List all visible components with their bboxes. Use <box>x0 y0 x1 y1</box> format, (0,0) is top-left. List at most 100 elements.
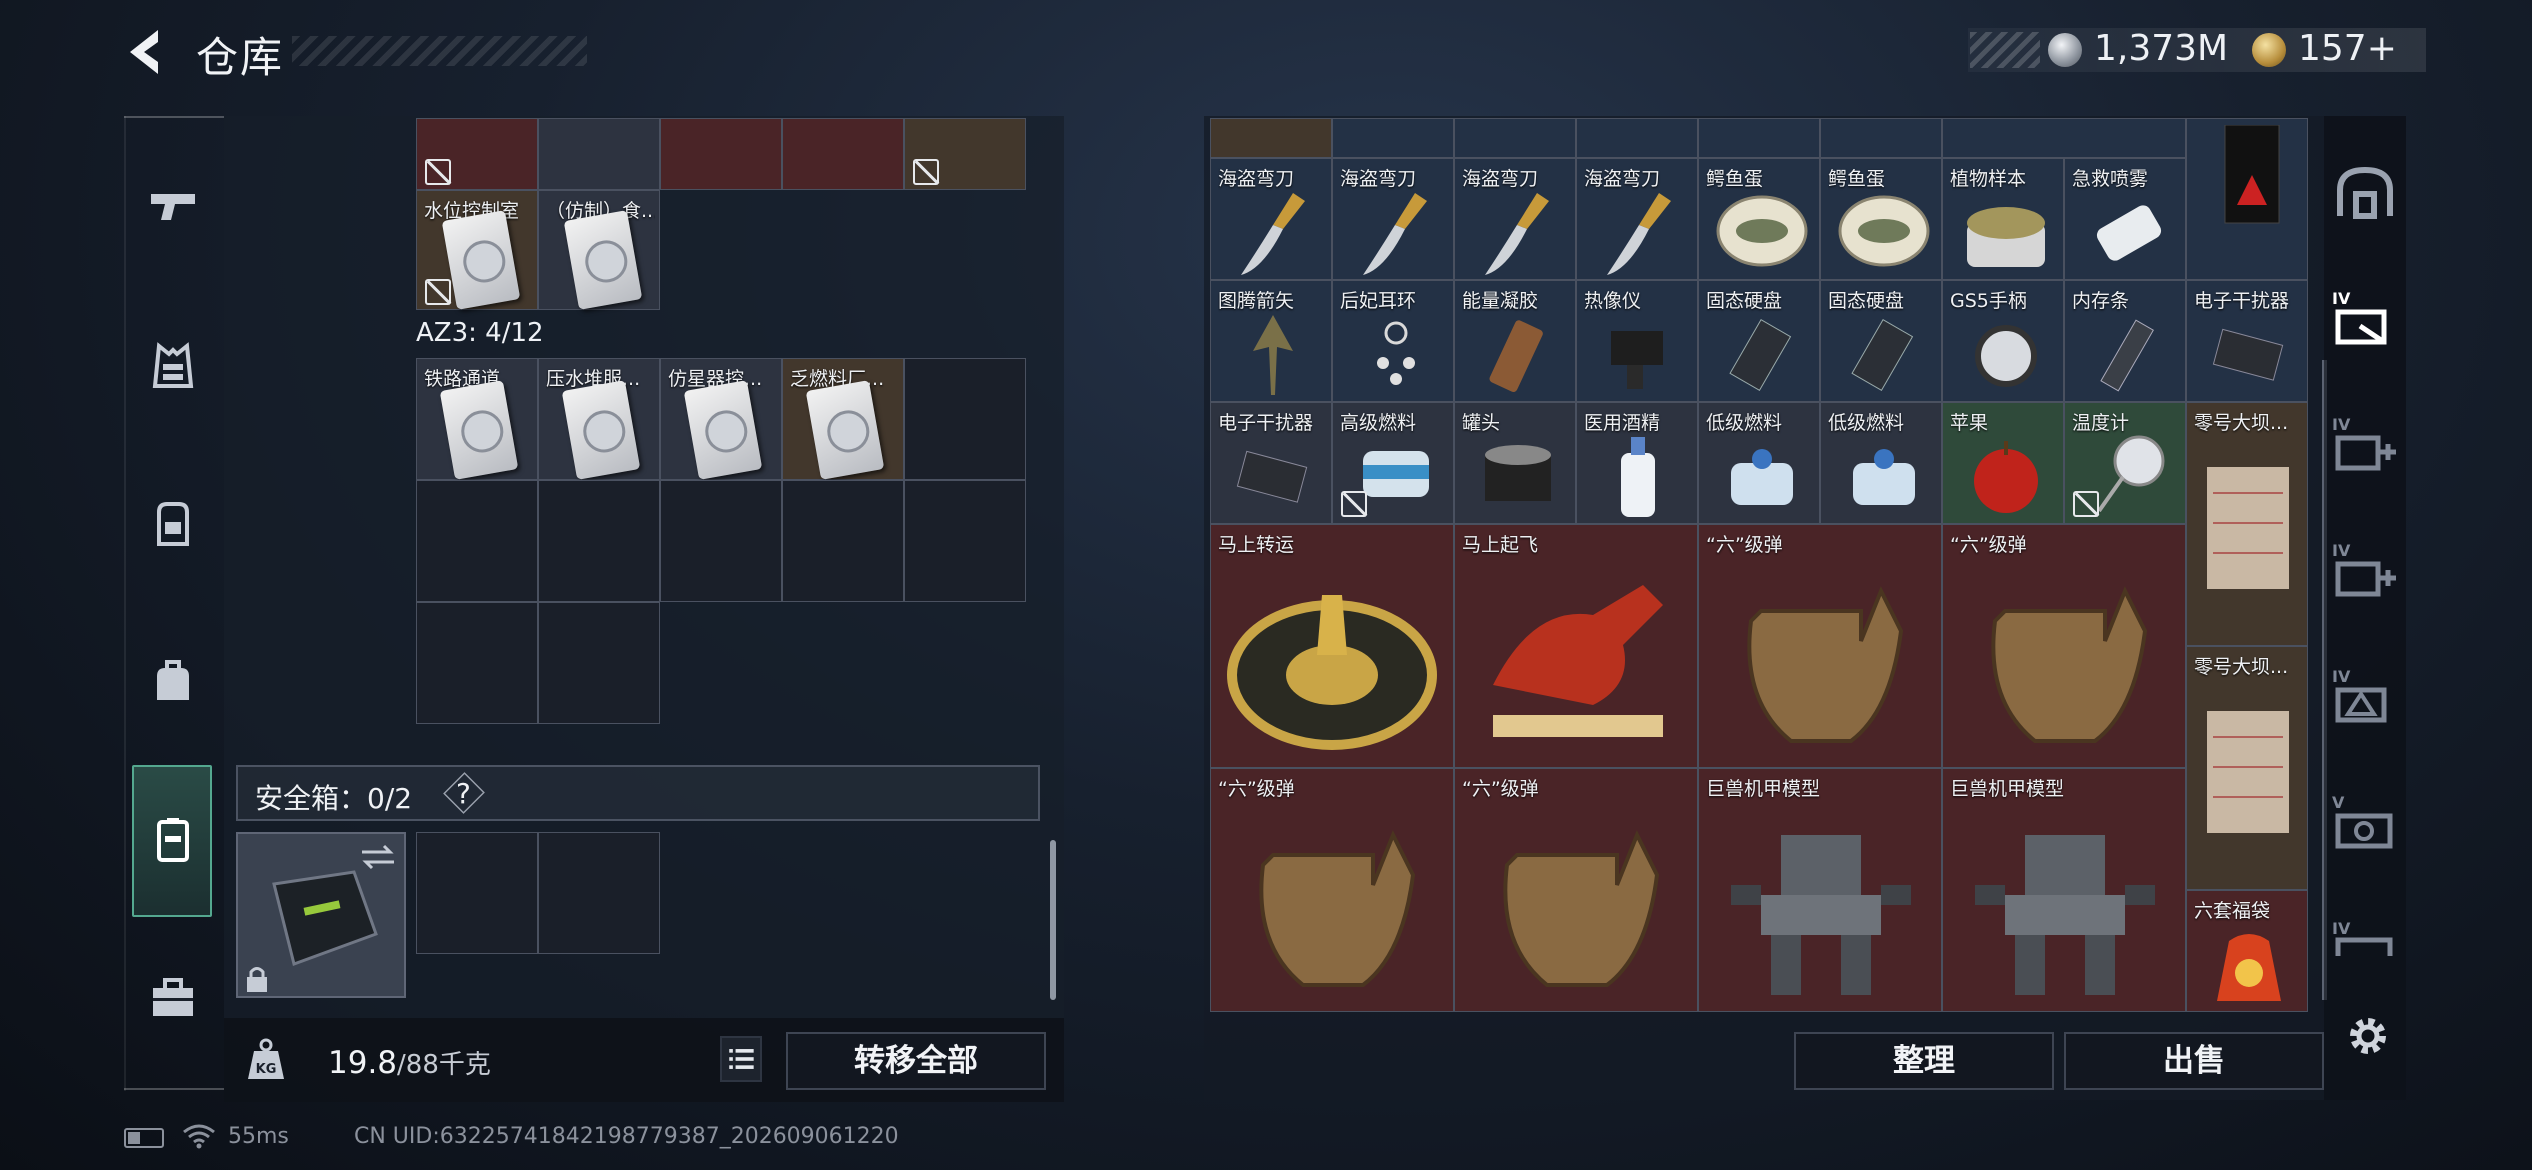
empty-slot[interactable] <box>904 358 1026 480</box>
item-slot[interactable]: 鳄鱼蛋 <box>1820 158 1942 280</box>
item-slot[interactable]: “六”级弹 <box>1210 768 1454 1012</box>
item-label: 电子干扰器 <box>2194 290 2290 312</box>
item-slot[interactable]: 海盗弯刀 <box>1332 158 1454 280</box>
item-slot[interactable]: 铁路通道 <box>416 358 538 480</box>
safe-box-item[interactable] <box>236 832 406 998</box>
item-slot[interactable]: 鳄鱼蛋 <box>1698 158 1820 280</box>
empty-slot[interactable] <box>538 480 660 602</box>
item-slot[interactable]: 低级燃料 <box>1698 402 1820 524</box>
grid-cell[interactable] <box>416 118 538 190</box>
item-slot[interactable]: 温度计 <box>2064 402 2186 524</box>
page-title: 仓库 <box>196 33 285 82</box>
pistol-icon[interactable] <box>145 180 201 236</box>
item-slot[interactable]: （仿制）食... <box>538 190 660 310</box>
item-slot[interactable]: “六”级弹 <box>1942 524 2186 768</box>
grid-cell[interactable] <box>1210 118 1332 158</box>
empty-slot[interactable] <box>538 602 660 724</box>
item-slot[interactable]: 乏燃料厂... <box>782 358 904 480</box>
transfer-all-button[interactable]: 转移全部 <box>786 1032 1046 1090</box>
item-slot[interactable]: 热像仪 <box>1576 280 1698 402</box>
help-icon[interactable]: ? <box>456 777 471 810</box>
item-slot[interactable]: “六”级弹 <box>1454 768 1698 1012</box>
item-slot[interactable]: 高级燃料 <box>1332 402 1454 524</box>
item-slot[interactable]: 图腾箭矢 <box>1210 280 1332 402</box>
item-slot[interactable]: 低级燃料 <box>1820 402 1942 524</box>
safe-box-icon[interactable] <box>145 812 201 868</box>
empty-slot[interactable] <box>904 480 1026 602</box>
list-view-icon[interactable] <box>720 1036 762 1082</box>
grid-cell[interactable] <box>1332 118 1454 158</box>
grid-cell[interactable] <box>904 118 1026 190</box>
item-slot[interactable]: 海盗弯刀 <box>1576 158 1698 280</box>
item-slot[interactable]: 内存条 <box>2064 280 2186 402</box>
carry-weight: 19.8/88千克 <box>328 1044 491 1081</box>
warehouse-tab-partial-icon[interactable]: IV <box>2330 916 2400 956</box>
arch-tab-icon[interactable] <box>2330 160 2400 230</box>
empty-safe-slot[interactable] <box>538 832 660 954</box>
item-slot[interactable]: 植物样本 <box>1942 158 2064 280</box>
item-slot[interactable]: 医用酒精 <box>1576 402 1698 524</box>
warehouse-tab-add-icon[interactable]: IV <box>2330 538 2400 608</box>
sell-button[interactable]: 出售 <box>2064 1032 2324 1090</box>
empty-safe-slot[interactable] <box>416 832 538 954</box>
item-slot[interactable]: 压水堆服... <box>538 358 660 480</box>
alcohol-bottle-icon <box>1621 437 1655 517</box>
grid-cell[interactable] <box>660 118 782 190</box>
item-slot[interactable]: 海盗弯刀 <box>1454 158 1576 280</box>
item-slot[interactable]: 电子干扰器 <box>1210 402 1332 524</box>
bag-icon[interactable] <box>145 654 201 710</box>
item-label: “六”级弹 <box>1950 534 2027 556</box>
item-label: 图腾箭矢 <box>1218 290 1295 312</box>
empty-slot[interactable] <box>416 602 538 724</box>
item-slot[interactable]: GS5手柄 <box>1942 280 2064 402</box>
grid-cell[interactable] <box>1576 118 1698 158</box>
dam-map-icon <box>2207 467 2289 589</box>
empty-slot[interactable] <box>416 480 538 602</box>
item-slot[interactable]: 马上转运 <box>1210 524 1454 768</box>
back-arrow-icon[interactable] <box>118 22 178 82</box>
item-slot[interactable]: 巨兽机甲模型 <box>1698 768 1942 1012</box>
item-slot[interactable]: 苹果 <box>1942 402 2064 524</box>
swap-icon[interactable] <box>358 842 398 872</box>
grid-cell[interactable] <box>1820 118 1942 158</box>
item-slot[interactable]: 后妃耳环 <box>1332 280 1454 402</box>
item-slot[interactable]: 巨兽机甲模型 <box>1942 768 2186 1012</box>
item-slot[interactable]: 六套福袋 <box>2186 890 2308 1012</box>
warehouse-tab-triangle-icon[interactable]: IV <box>2330 664 2400 734</box>
grid-cell[interactable] <box>782 118 904 190</box>
item-slot[interactable]: 能量凝胶 <box>1454 280 1576 402</box>
item-label: 鳄鱼蛋 <box>1706 168 1764 190</box>
item-slot[interactable]: 零号大坝... <box>2186 646 2308 890</box>
backpack-icon[interactable] <box>145 496 201 552</box>
item-slot[interactable]: 固态硬盘 <box>1698 280 1820 402</box>
item-slot[interactable]: 仿星器控... <box>660 358 782 480</box>
left-scrollbar[interactable] <box>1050 840 1056 1000</box>
item-slot[interactable] <box>2186 118 2308 280</box>
grid-cell[interactable] <box>538 118 660 190</box>
settings-gear-icon[interactable] <box>2344 1012 2392 1060</box>
item-slot[interactable]: 零号大坝... <box>2186 402 2308 646</box>
item-slot[interactable]: 水位控制室 <box>416 190 538 310</box>
item-slot[interactable]: 马上起飞 <box>1454 524 1698 768</box>
gold-currency-amount[interactable]: 157+ <box>2298 28 2397 69</box>
item-label: 固态硬盘 <box>1706 290 1783 312</box>
organize-button[interactable]: 整理 <box>1794 1032 2054 1090</box>
warehouse-tab-camera-icon[interactable]: V <box>2330 790 2400 860</box>
item-slot[interactable]: 电子干扰器 <box>2186 280 2308 402</box>
grid-cell[interactable] <box>1942 118 2186 158</box>
item-slot[interactable]: 海盗弯刀 <box>1210 158 1332 280</box>
vest-icon[interactable] <box>145 338 201 394</box>
empty-slot[interactable] <box>660 480 782 602</box>
svg-text:KG: KG <box>256 1062 277 1077</box>
warehouse-tab-add-icon[interactable]: IV <box>2330 412 2400 482</box>
empty-slot[interactable] <box>782 480 904 602</box>
item-slot[interactable]: 罐头 <box>1454 402 1576 524</box>
grid-cell[interactable] <box>1698 118 1820 158</box>
item-slot[interactable]: “六”级弹 <box>1698 524 1942 768</box>
item-slot[interactable]: 急救喷雾 <box>2064 158 2186 280</box>
mech-model-icon <box>1975 835 2155 995</box>
toolbox-icon[interactable] <box>145 970 201 1026</box>
item-slot[interactable]: 固态硬盘 <box>1820 280 1942 402</box>
grid-cell[interactable] <box>1454 118 1576 158</box>
warehouse-tab-4-active-icon[interactable]: IV <box>2330 286 2400 356</box>
